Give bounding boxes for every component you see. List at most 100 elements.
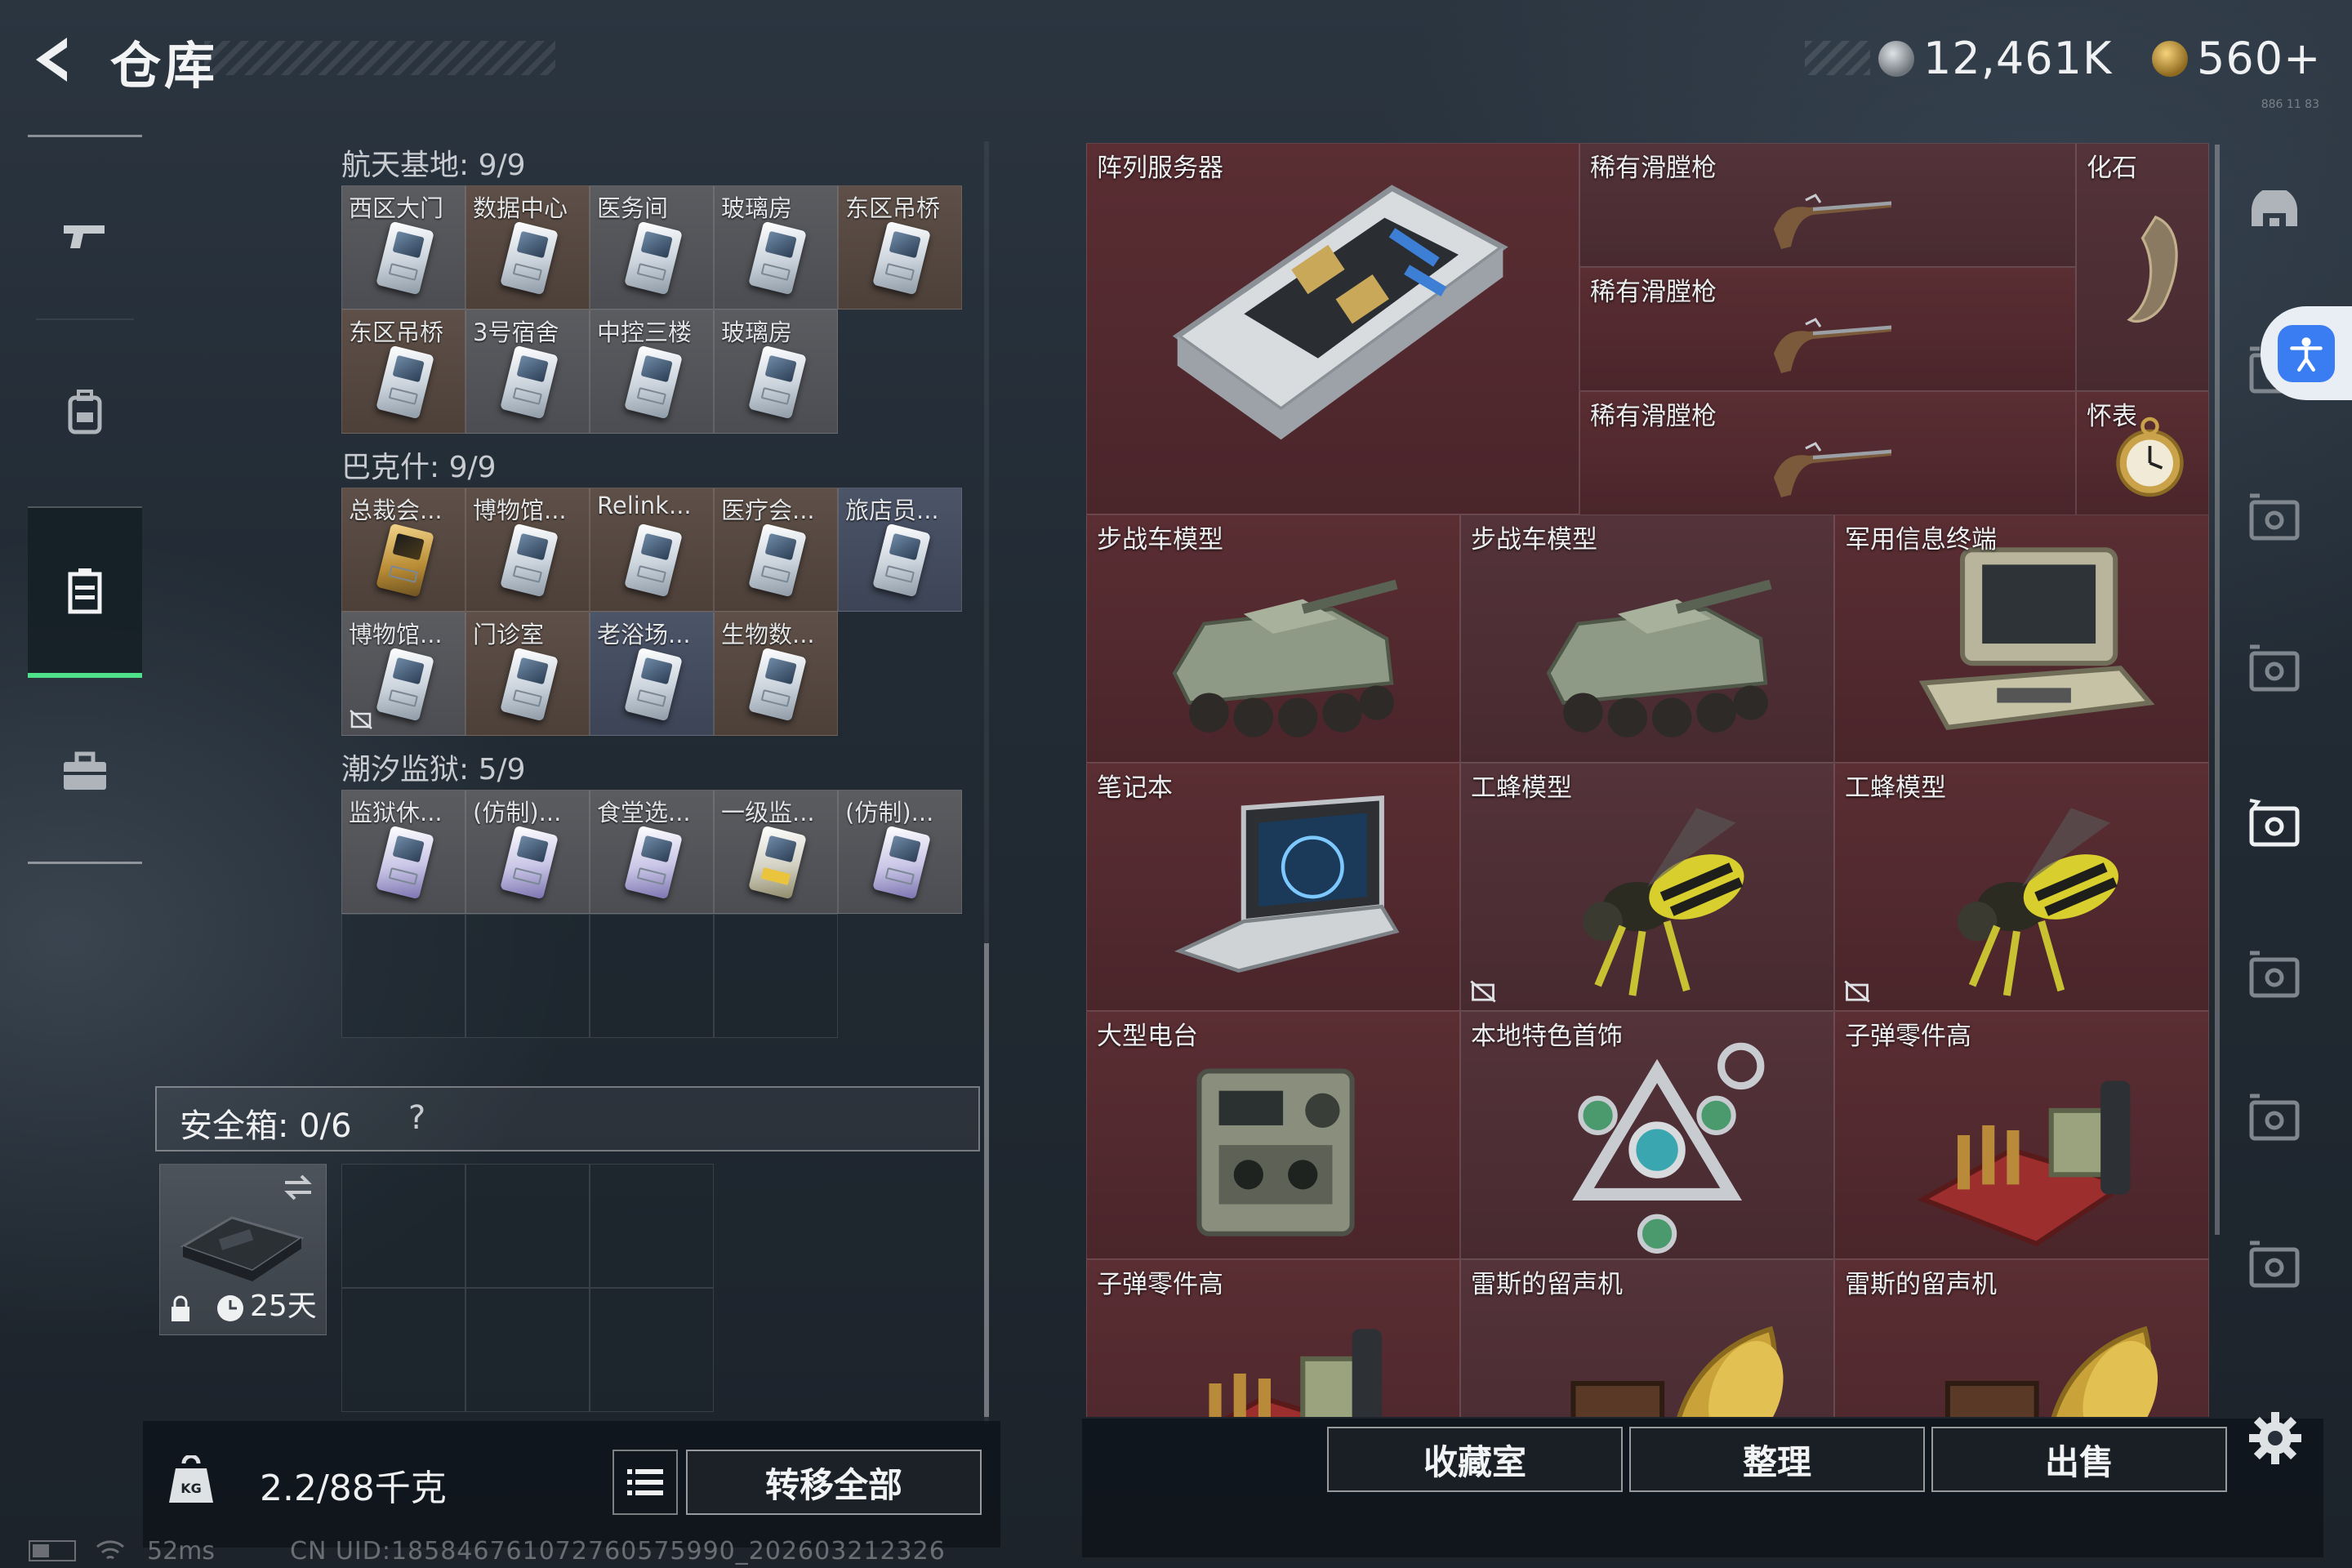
untradeable-icon (350, 710, 372, 729)
keycard-slot[interactable]: 生物数... (714, 612, 838, 736)
sell-button[interactable]: 出售 (1931, 1427, 2227, 1492)
nav-weapons[interactable] (28, 155, 142, 318)
inventory-item[interactable]: 化石 (2076, 143, 2209, 391)
settings-button[interactable] (2246, 1409, 2305, 1468)
keycard-slot[interactable]: 医疗会... (714, 488, 838, 612)
keycard-slot[interactable]: 玻璃房 (714, 310, 838, 434)
inventory-item[interactable]: 本地特色首饰 (1460, 1011, 1834, 1259)
inventory-item[interactable]: 大型电台 (1086, 1011, 1460, 1259)
inventory-item[interactable]: 雷斯的留声机 (1834, 1259, 2209, 1417)
keycard-image (500, 345, 559, 420)
item-name: 稀有滑膛枪 (1590, 278, 1717, 307)
gold-amount[interactable]: 560+ (2197, 33, 2321, 84)
inventory-item[interactable]: 怀表 (2076, 391, 2209, 515)
untradeable-icon (1470, 980, 1496, 1003)
home-tab[interactable] (2234, 184, 2315, 265)
keycard-slot[interactable]: 一级监... (714, 790, 838, 914)
keycard-slot[interactable]: 食堂选... (590, 790, 714, 914)
safe-slot[interactable] (590, 1164, 714, 1288)
server-image (1172, 185, 1508, 440)
keycard-slot[interactable]: 中控三楼 (590, 310, 714, 434)
keycard-slot[interactable]: 西区大门 (341, 185, 466, 310)
keycard-image (624, 647, 683, 722)
list-icon (627, 1469, 663, 1495)
tab-g2-icon (2249, 493, 2300, 541)
tab-g8-icon (2249, 1241, 2300, 1288)
tab-g6[interactable] (2234, 935, 2315, 1017)
safe-case-item[interactable]: 25天 (159, 1164, 327, 1335)
keycard-slot[interactable]: 博物馆... (341, 612, 466, 736)
inventory-item[interactable]: 稀有滑膛枪 (1579, 143, 2076, 267)
transfer-all-button[interactable]: 转移全部 (686, 1450, 982, 1515)
tab-g4[interactable] (2234, 629, 2315, 710)
keycard-slot[interactable]: 博物馆... (466, 488, 590, 612)
tab-g2[interactable] (2234, 478, 2315, 559)
clock-icon (217, 1295, 243, 1321)
safe-slot[interactable] (466, 1164, 590, 1288)
stash-footer: KG 2.2/88千克 转移全部 (143, 1421, 1000, 1548)
stash-scrollbar-thumb[interactable] (984, 943, 989, 1417)
sort-button[interactable]: 整理 (1629, 1427, 1925, 1492)
accessibility-button[interactable] (2261, 306, 2352, 400)
keycard-label: 玻璃房 (721, 194, 793, 222)
keycard-slot[interactable]: 总裁会... (341, 488, 466, 612)
safe-slot[interactable] (466, 1288, 590, 1412)
keycard-slot[interactable]: (仿制)... (466, 790, 590, 914)
inventory-item[interactable]: 工蜂模型 (1460, 763, 1834, 1011)
safe-slot[interactable] (341, 1164, 466, 1288)
keycard-slot[interactable]: 东区吊桥 (341, 310, 466, 434)
list-view-button[interactable] (612, 1450, 678, 1515)
inventory-item[interactable]: 笔记本 (1086, 763, 1460, 1011)
inventory-item[interactable]: 子弹零件高 (1834, 1011, 2209, 1259)
keycard-slot[interactable]: 玻璃房 (714, 185, 838, 310)
inventory-item[interactable]: 工蜂模型 (1834, 763, 2209, 1011)
swap-icon[interactable] (280, 1173, 316, 1202)
keycard-list[interactable]: 航天基地: 9/9 西区大门 数据中心 医务间 玻璃房 东区吊桥 东区吊桥 3号宿舍 中控三楼… (143, 135, 1000, 1054)
safe-box-label: 安全箱: 0/6 (180, 1107, 352, 1145)
keycard-label: 一级监... (721, 799, 815, 826)
empty-slot[interactable] (590, 914, 714, 1038)
inventory-item[interactable]: 雷斯的留声机 (1460, 1259, 1834, 1417)
keycard-slot[interactable]: (仿制)... (838, 790, 962, 914)
collection-button[interactable]: 收藏室 (1327, 1427, 1623, 1492)
silver-amount[interactable]: 12,461K (1923, 33, 2112, 84)
empty-slot[interactable] (714, 914, 838, 1038)
inventory-item[interactable]: 步战车模型 (1460, 514, 1834, 763)
item-name: 怀表 (2087, 402, 2137, 431)
keycard-label: 玻璃房 (721, 318, 793, 346)
tab-g5[interactable] (2234, 784, 2315, 866)
inventory-item[interactable]: 子弹零件高 (1086, 1259, 1460, 1417)
safe-slot[interactable] (341, 1288, 466, 1412)
nav-backpack[interactable] (28, 331, 142, 494)
nav-warehouse[interactable] (28, 506, 142, 678)
keycard-slot[interactable]: 监狱休... (341, 790, 466, 914)
item-name: 化石 (2087, 154, 2137, 183)
inventory-item[interactable]: 军用信息终端 (1834, 514, 2209, 763)
keycard-slot[interactable]: Relink... (590, 488, 714, 612)
inventory-item[interactable]: 稀有滑膛枪 (1579, 391, 2076, 515)
inventory-item[interactable]: 阵列服务器 (1086, 143, 1579, 514)
inventory-item[interactable]: 稀有滑膛枪 (1579, 267, 2076, 391)
tab-g8[interactable] (2234, 1225, 2315, 1307)
help-icon[interactable]: ? (408, 1099, 425, 1137)
keycard-slot[interactable]: 老浴场... (590, 612, 714, 736)
item-name: 军用信息终端 (1845, 525, 1997, 555)
safe-slot[interactable] (590, 1288, 714, 1412)
inventory-item[interactable]: 步战车模型 (1086, 514, 1460, 763)
tab-g7[interactable] (2234, 1078, 2315, 1160)
keycard-slot[interactable]: 3号宿舍 (466, 310, 590, 434)
battery-icon (29, 1540, 76, 1561)
back-button[interactable] (24, 31, 82, 88)
keycard-slot[interactable]: 东区吊桥 (838, 185, 962, 310)
empty-slot[interactable] (466, 914, 590, 1038)
inventory-grid[interactable]: 阵列服务器 稀有滑膛枪 稀有滑膛枪 稀有滑膛枪 化石 怀表 步战车模型 步战车模型 军用信息终端… (1086, 143, 2209, 1417)
keycard-slot[interactable]: 数据中心 (466, 185, 590, 310)
inventory-scrollbar[interactable] (2215, 145, 2220, 1235)
empty-slot[interactable] (341, 914, 466, 1038)
keycard-slot[interactable]: 门诊室 (466, 612, 590, 736)
keycard-slot[interactable]: 医务间 (590, 185, 714, 310)
silver-coin-icon (1878, 41, 1914, 77)
nav-briefcase[interactable] (28, 690, 142, 853)
item-name: 阵列服务器 (1097, 154, 1223, 183)
keycard-slot[interactable]: 旅店员... (838, 488, 962, 612)
